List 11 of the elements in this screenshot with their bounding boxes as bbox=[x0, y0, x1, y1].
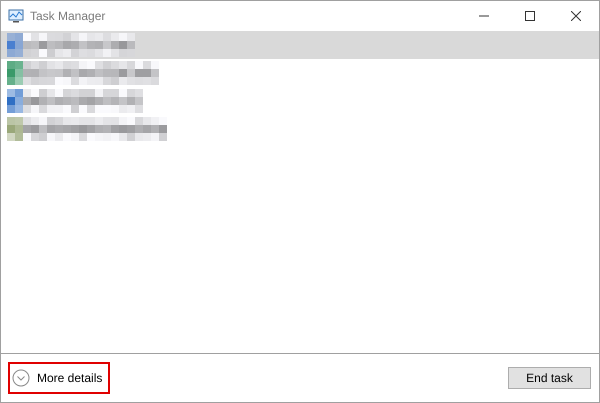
pixelated-app-icon bbox=[7, 61, 23, 85]
end-task-button[interactable]: End task bbox=[508, 367, 591, 389]
more-details-button[interactable]: More details bbox=[8, 362, 110, 394]
chevron-down-circle-icon bbox=[12, 369, 30, 387]
maximize-icon bbox=[525, 11, 535, 21]
monitor-chart-icon bbox=[8, 9, 24, 23]
pixelated-app-icon bbox=[7, 89, 23, 113]
pixelated-app-icon bbox=[7, 33, 23, 57]
window-title: Task Manager bbox=[30, 8, 106, 25]
pixelated-app-icon bbox=[7, 117, 23, 141]
close-icon bbox=[571, 11, 581, 21]
